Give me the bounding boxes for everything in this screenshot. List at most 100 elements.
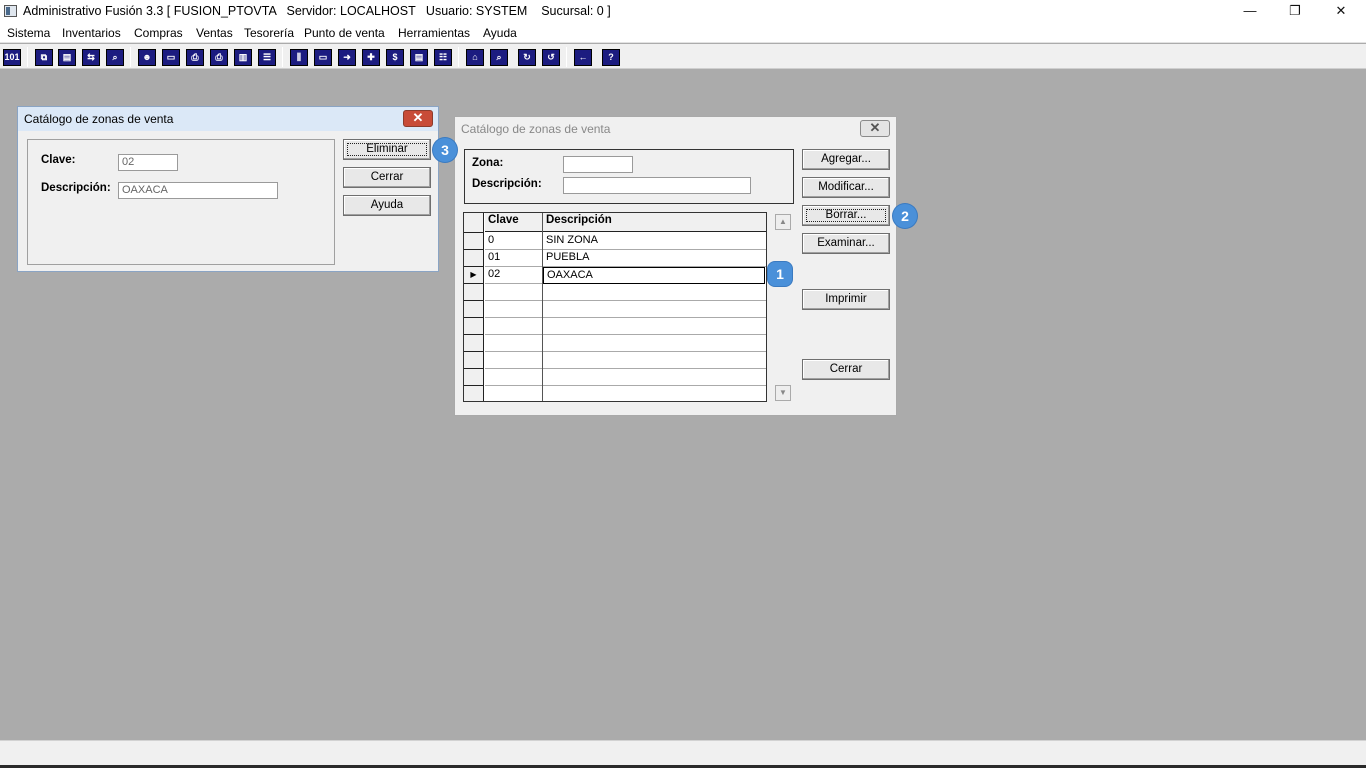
menu-tesoreria[interactable]: Tesorería [244,26,294,40]
menu-sistema[interactable]: Sistema [7,26,50,40]
columns-icon[interactable]: ⫼ [290,49,308,66]
add-icon[interactable]: ✚ [362,49,380,66]
empty-row [485,369,766,386]
help-icon[interactable]: ? [602,49,620,66]
swap-icon[interactable]: ⇆ [82,49,100,66]
cerrar-catalog-label: Cerrar [829,363,863,375]
table-cell-descripcion[interactable]: PUEBLA [543,250,766,267]
search-icon[interactable]: ⌕ [490,49,508,66]
row-indicator [464,386,484,401]
table-cell-clave[interactable]: 0 [485,233,542,250]
numeric-icon[interactable]: 101 [3,49,21,66]
badge-two: 2 [893,204,917,228]
row-indicator[interactable] [464,250,484,267]
refresh-icon[interactable]: ↻ [518,49,536,66]
grid-corner [464,213,484,233]
folder-open-icon[interactable]: ▭ [314,49,332,66]
restore-button[interactable]: ❐ [1272,0,1318,23]
dollar-icon[interactable]: $ [386,49,404,66]
badge-one: 1 [768,262,792,286]
dialog-title-bar: Catálogo de zonas de venta ✕ [455,117,896,141]
table-cell-descripcion[interactable]: SIN ZONA [543,233,766,250]
close-icon[interactable]: ✕ [860,120,890,137]
toolbar-separator [282,47,283,67]
app-icon [4,5,17,17]
descripcion-label: Descripción: [41,182,111,194]
table-cell-descripcion-selected[interactable]: OAXACA [543,267,765,284]
list-icon[interactable]: ☰ [258,49,276,66]
close-icon[interactable]: ✕ [403,110,433,127]
zoom-icon[interactable]: ⌕ [106,49,124,66]
user-icon[interactable]: ☻ [138,49,156,66]
toolbar: 101 ⧉ ▤ ⇆ ⌕ ☻ ▭ ⎙ ⎙ ▥ ☰ ⫼ ▭ ➜ ✚ $ ▤ ☷ ⌂ … [0,44,1366,69]
filter-group: Zona: Descripción: [464,149,794,204]
zona-input[interactable] [563,156,633,173]
minimize-button[interactable]: — [1227,0,1273,23]
export-icon[interactable]: ➜ [338,49,356,66]
zona-label: Zona: [472,157,504,169]
report-icon[interactable]: ▤ [410,49,428,66]
clipboard-icon[interactable]: ▤ [58,49,76,66]
toolbar-separator [566,47,567,67]
modificar-button[interactable]: Modificar... [802,177,890,198]
menu-ayuda[interactable]: Ayuda [483,26,517,40]
scroll-up-icon[interactable]: ▲ [775,214,791,230]
empty-row [485,386,766,401]
row-indicator [464,284,484,301]
descripcion-input[interactable] [563,177,751,194]
back-icon[interactable]: ← [574,49,592,66]
examinar-button[interactable]: Examinar... [802,233,890,254]
details-group: Clave: 02 Descripción: OAXACA [27,139,335,265]
zones-grid[interactable]: Clave Descripción 0 SIN ZONA 01 PUEBLA ▶… [463,212,767,402]
ayuda-button[interactable]: Ayuda [343,195,431,216]
menu-herramientas[interactable]: Herramientas [398,26,470,40]
eliminar-label: Eliminar [366,143,408,155]
empty-row [485,335,766,352]
cerrar-catalog-button[interactable]: Cerrar [802,359,890,380]
empty-row [485,284,766,301]
menu-compras[interactable]: Compras [134,26,183,40]
agregar-button[interactable]: Agregar... [802,149,890,170]
selected-row-indicator[interactable]: ▶ [464,267,484,284]
scroll-down-icon[interactable]: ▼ [775,385,791,401]
home-icon[interactable]: ⌂ [466,49,484,66]
cerrar-label: Cerrar [370,171,404,183]
toolbar-separator [458,47,459,67]
row-indicator [464,318,484,335]
delete-zone-dialog: Catálogo de zonas de venta ✕ Clave: 02 D… [17,106,439,272]
clave-field[interactable]: 02 [118,154,178,171]
eliminar-button[interactable]: Eliminar [343,139,431,160]
copy-icon[interactable]: ⧉ [35,49,53,66]
folder-icon[interactable]: ▭ [162,49,180,66]
column-header-descripcion[interactable]: Descripción [543,213,766,232]
document-icon[interactable]: ▥ [234,49,252,66]
dialog-title: Catálogo de zonas de venta [461,122,611,136]
imprimir-button[interactable]: Imprimir [802,289,890,310]
borrar-button[interactable]: Borrar... [802,205,890,226]
clave-label: Clave: [41,154,76,166]
menu-punto-de-venta[interactable]: Punto de venta [304,26,385,40]
undo-icon[interactable]: ↺ [542,49,560,66]
row-indicator [464,301,484,318]
printer-icon[interactable]: ⎙ [210,49,228,66]
examinar-label: Examinar... [817,237,875,249]
table-cell-clave[interactable]: 02 [485,267,542,284]
column-header-clave[interactable]: Clave [485,213,542,232]
modificar-label: Modificar... [818,181,874,193]
close-window-button[interactable]: ✕ [1318,0,1364,23]
cerrar-button[interactable]: Cerrar [343,167,431,188]
menu-inventarios[interactable]: Inventarios [62,26,121,40]
menu-ventas[interactable]: Ventas [196,26,233,40]
row-indicator [464,335,484,352]
descripcion-field[interactable]: OAXACA [118,182,278,199]
print-icon[interactable]: ⎙ [186,49,204,66]
imprimir-label: Imprimir [825,293,867,305]
empty-row [485,352,766,369]
toolbar-separator [130,47,131,67]
row-indicator[interactable] [464,233,484,250]
descripcion-label: Descripción: [472,178,542,190]
table-icon[interactable]: ☷ [434,49,452,66]
badge-three: 3 [433,138,457,162]
table-cell-clave[interactable]: 01 [485,250,542,267]
empty-row [485,301,766,318]
